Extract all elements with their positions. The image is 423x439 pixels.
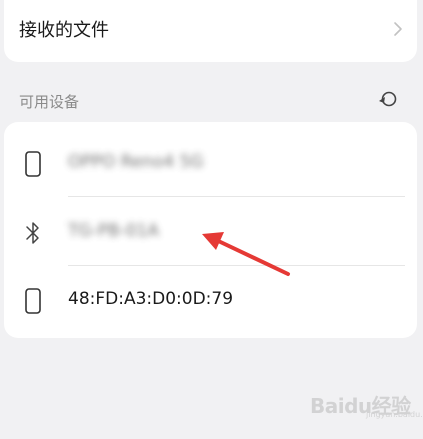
baidu-watermark: Baidu经验 jingyan.baidu.com [304,386,423,422]
device-name: 48:FD:A3:D0:0D:79 [68,289,234,309]
device-name: TG-PB-01A [68,221,160,241]
refresh-icon[interactable] [375,89,399,109]
received-files-label: 接收的文件 [19,20,109,41]
device-item[interactable]: OPPO Reno4 5G [4,128,417,198]
bluetooth-icon [26,222,39,244]
chevron-right-icon [394,22,402,36]
available-devices-title: 可用设备 [19,93,80,111]
phone-icon [25,288,41,314]
watermark-sub: jingyan.baidu.com [366,410,423,419]
annotation-arrow-icon [202,232,290,276]
received-files-row[interactable]: 接收的文件 [4,0,417,62]
received-files-card: 接收的文件 [4,0,417,62]
phone-icon [25,151,41,177]
device-name: OPPO Reno4 5G [68,152,204,172]
